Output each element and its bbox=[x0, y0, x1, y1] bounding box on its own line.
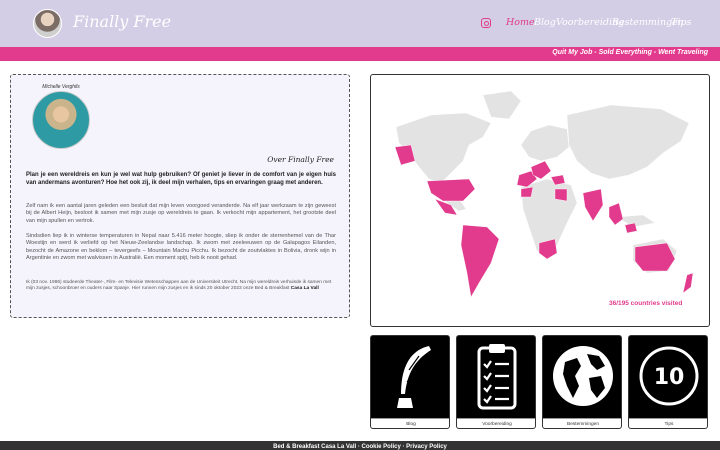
land-indonesia bbox=[616, 214, 656, 228]
visited-new-zealand bbox=[682, 272, 694, 294]
tile-voorbereiding-label: Voorbereiding bbox=[457, 418, 535, 428]
visited-south-america bbox=[460, 224, 500, 298]
portrait-block: Michelle Verghils bbox=[31, 84, 91, 149]
site-header: Finally Free Home Blog Voorbereiding Bes… bbox=[0, 0, 720, 47]
about-lead: Plan je een wereldreis en kun je wel wat… bbox=[26, 172, 336, 186]
land-europe bbox=[520, 124, 570, 162]
site-footer: Bed & Breakfast Casa La Vall · Cookie Po… bbox=[0, 441, 720, 450]
tile-tips-label: Tips bbox=[629, 418, 707, 428]
visited-southeast-asia bbox=[608, 202, 624, 226]
about-title: Over Finally Free bbox=[267, 155, 334, 164]
avatar[interactable] bbox=[33, 9, 62, 38]
quill-icon bbox=[397, 346, 431, 408]
tagline: Quit My Job - Sold Everything - Went Tra… bbox=[552, 49, 708, 56]
number-ten-icon: 10 bbox=[639, 346, 699, 406]
portrait-caption: Michelle Verghils bbox=[42, 84, 80, 90]
about-footnote: Ik (03 nov. 1986) studeerde Theater-, Fi… bbox=[26, 280, 336, 292]
tile-voorbereiding[interactable]: Voorbereiding bbox=[456, 335, 536, 429]
tile-tips[interactable]: 10 Tips bbox=[628, 335, 708, 429]
site-title[interactable]: Finally Free bbox=[73, 12, 171, 31]
casa-la-vall-link[interactable]: Casa La Vall bbox=[291, 286, 319, 291]
land-asia bbox=[566, 104, 690, 180]
about-paragraph-2: Sindsdien liep ik in winterse temperatur… bbox=[26, 233, 336, 262]
tile-blog[interactable]: Blog bbox=[370, 335, 450, 429]
portrait-photo bbox=[32, 91, 90, 149]
world-map-card: 36/195 countries visited bbox=[370, 74, 710, 327]
land-greenland bbox=[482, 90, 522, 120]
visited-morocco bbox=[520, 186, 534, 198]
world-map bbox=[394, 90, 694, 298]
about-card: Michelle Verghils Over Finally Free Plan… bbox=[10, 74, 350, 318]
tile-bestemmingen[interactable]: Bestemmingen bbox=[542, 335, 622, 429]
tagline-banner: Quit My Job - Sold Everything - Went Tra… bbox=[0, 47, 720, 61]
footer-links[interactable]: Bed & Breakfast Casa La Vall · Cookie Po… bbox=[0, 444, 720, 450]
visited-india bbox=[582, 188, 604, 222]
tile-bestemmingen-label: Bestemmingen bbox=[543, 418, 621, 428]
instagram-icon[interactable] bbox=[481, 18, 491, 28]
visited-egypt bbox=[554, 188, 568, 202]
visited-australia bbox=[634, 242, 676, 272]
visited-malaysia bbox=[624, 222, 638, 234]
nav-blog[interactable]: Blog bbox=[534, 17, 556, 28]
tile-blog-label: Blog bbox=[371, 418, 449, 428]
about-paragraph-1: Zelf nam ik een aantal jaren geleden een… bbox=[26, 203, 336, 224]
visited-usa bbox=[426, 178, 476, 202]
tips-number: 10 bbox=[654, 365, 685, 390]
clipboard-checklist-icon bbox=[477, 344, 517, 410]
nav-tips[interactable]: Tips bbox=[671, 17, 691, 28]
globe-icon bbox=[553, 346, 613, 406]
nav-home[interactable]: Home bbox=[506, 17, 535, 28]
countries-visited-count: 36/195 countries visited bbox=[609, 300, 683, 307]
about-footnote-text: Ik (03 nov. 1986) studeerde Theater-, Fi… bbox=[26, 280, 332, 292]
